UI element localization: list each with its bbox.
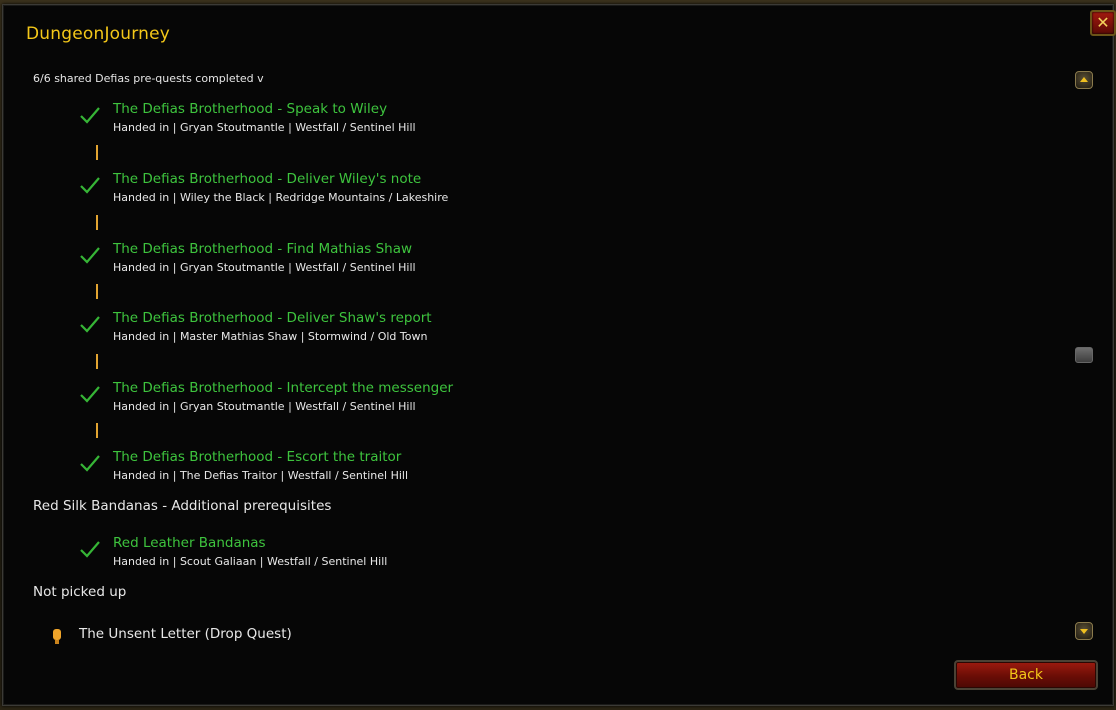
quest-title: The Defias Brotherhood - Intercept the m… <box>113 380 454 396</box>
check-icon <box>80 386 100 403</box>
quest-row[interactable]: The Defias Brotherhood - Find Mathias Sh… <box>3 241 903 281</box>
check-icon <box>80 541 100 558</box>
scroll-up-button[interactable] <box>1075 71 1093 89</box>
quest-row[interactable]: The Defias Brotherhood - Escort the trai… <box>3 449 903 489</box>
quest-row[interactable]: The Defias Brotherhood - Intercept the m… <box>3 380 903 420</box>
close-button[interactable]: ✕ <box>1090 10 1116 36</box>
quest-title: The Defias Brotherhood - Deliver Wiley's… <box>113 171 422 187</box>
quest-detail: Handed in | Scout Galiaan | Westfall / S… <box>113 555 388 568</box>
chain-connector <box>96 354 98 369</box>
quest-title: The Defias Brotherhood - Speak to Wiley <box>113 101 388 117</box>
chain-connector <box>96 423 98 438</box>
check-icon <box>80 177 100 194</box>
quest-detail: Handed in | Gryan Stoutmantle | Westfall… <box>113 261 416 274</box>
quest-row[interactable]: Red Leather Bandanas Handed in | Scout G… <box>3 535 903 575</box>
chain-connector <box>96 215 98 230</box>
quest-title: The Defias Brotherhood - Find Mathias Sh… <box>113 241 413 257</box>
quest-title: The Defias Brotherhood - Deliver Shaw's … <box>113 310 432 326</box>
quest-title: Red Leather Bandanas <box>113 535 266 551</box>
scrollbar-thumb[interactable] <box>1075 347 1093 363</box>
dungeon-journey-window: DungeonJourney ✕ 6/6 shared Defias pre-q… <box>2 4 1116 706</box>
pending-quest-label: The Unsent Letter (Drop Quest) <box>79 626 292 642</box>
quest-detail: Handed in | The Defias Traitor | Westfal… <box>113 469 409 482</box>
chain-connector <box>96 284 98 299</box>
quest-row[interactable]: The Defias Brotherhood - Deliver Shaw's … <box>3 310 903 350</box>
chain-connector <box>96 145 98 160</box>
not-picked-up-heading: Not picked up <box>33 584 127 600</box>
quest-item-icon <box>53 629 61 644</box>
additional-prereq-heading: Red Silk Bandanas - Additional prerequis… <box>33 498 332 514</box>
scroll-down-button[interactable] <box>1075 622 1093 640</box>
quest-detail: Handed in | Gryan Stoutmantle | Westfall… <box>113 121 416 134</box>
scroll-down-icon <box>1080 629 1088 634</box>
quest-row[interactable]: The Defias Brotherhood - Speak to Wiley … <box>3 101 903 141</box>
check-icon <box>80 316 100 333</box>
check-icon <box>80 455 100 472</box>
pending-quest-row[interactable]: The Unsent Letter (Drop Quest) <box>3 625 903 649</box>
quest-detail: Handed in | Wiley the Black | Redridge M… <box>113 191 449 204</box>
quest-row[interactable]: The Defias Brotherhood - Deliver Wiley's… <box>3 171 903 211</box>
back-button[interactable]: Back <box>954 660 1098 690</box>
prequest-summary-toggle[interactable]: 6/6 shared Defias pre-quests completed v <box>33 72 264 85</box>
scroll-up-icon <box>1080 77 1088 82</box>
close-icon: ✕ <box>1096 13 1110 32</box>
window-title: DungeonJourney <box>26 24 171 44</box>
quest-title: The Defias Brotherhood - Escort the trai… <box>113 449 402 465</box>
check-icon <box>80 107 100 124</box>
quest-detail: Handed in | Master Mathias Shaw | Stormw… <box>113 330 428 343</box>
quest-detail: Handed in | Gryan Stoutmantle | Westfall… <box>113 400 416 413</box>
check-icon <box>80 247 100 264</box>
